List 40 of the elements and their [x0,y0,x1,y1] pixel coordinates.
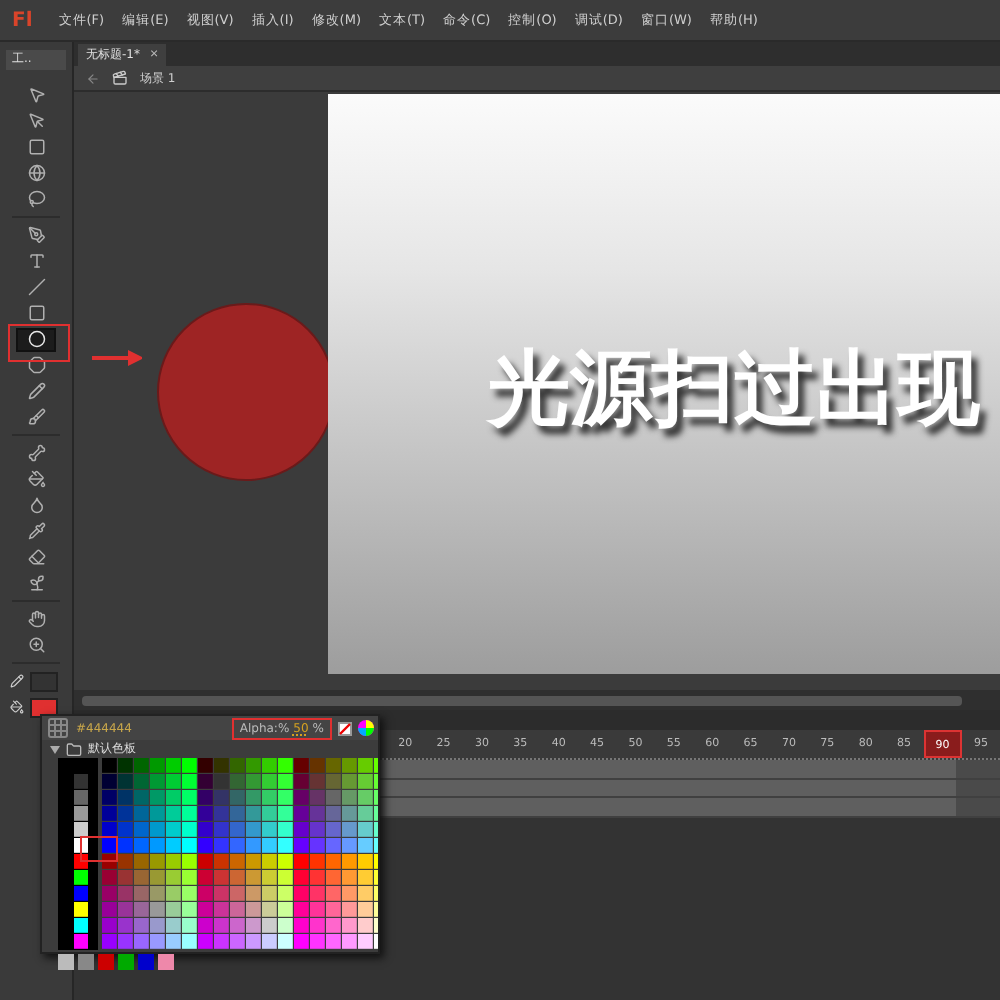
back-icon[interactable] [86,71,100,85]
pencil-icon [27,382,45,400]
eraser-icon [27,548,45,566]
eyedropper-icon [27,522,45,540]
arrow-icon [92,350,142,366]
rectangle-icon [27,304,45,322]
octagon-icon [27,356,45,374]
highlight-frame [80,836,118,862]
expand-triangle-icon[interactable] [50,745,60,753]
pointer-icon [27,112,45,130]
highlight-frame [8,324,70,362]
paint-bucket-icon [27,470,45,488]
color-wheel-icon[interactable] [358,720,374,736]
stroke-color-button[interactable] [10,670,62,692]
bone-icon [27,444,45,462]
droplet-icon [27,496,45,514]
paint-bucket-icon [10,700,24,714]
ellipse-tool[interactable] [16,327,56,351]
arrow-pointer-icon [27,86,45,104]
folder-icon [66,741,82,757]
stage-text: 光源扫过出现 [488,340,980,438]
color-swatch [30,671,58,691]
lasso-icon [27,190,45,208]
globe-icon [27,164,45,182]
line-icon [27,278,45,296]
brush-icon [27,408,45,426]
pen-icon [27,226,45,244]
color-palette-drawing[interactable] [58,758,378,974]
no-color-icon[interactable] [338,721,352,735]
app-logo: Fl [12,9,33,31]
hand-icon [27,610,45,628]
scrollbar-thumb[interactable] [82,695,962,705]
text-icon [27,252,45,270]
square-icon [27,138,45,156]
sprout-icon [27,574,45,592]
ellipse-icon [27,330,45,348]
zoom-icon [27,636,45,654]
clapperboard-icon [112,70,128,86]
swatch-grid-icon [46,716,70,740]
pencil-icon [10,674,24,688]
